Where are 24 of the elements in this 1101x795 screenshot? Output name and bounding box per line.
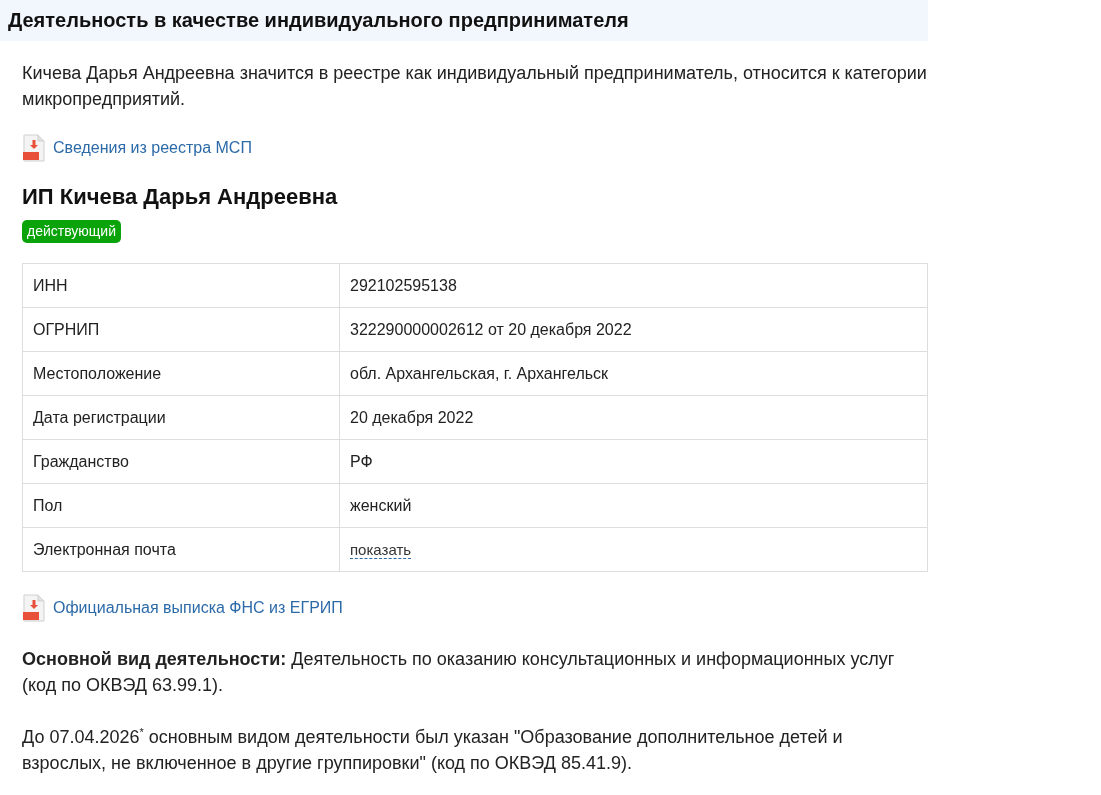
field-value: женский [339,483,928,528]
field-label: ОГРНИП [22,307,340,352]
field-value: РФ [339,439,928,484]
entrepreneur-name: ИП Кичева Дарья Андреевна [22,184,339,210]
main-activity-text: Основной вид деятельности: Деятельность по оказанию консультационных и информационных услуг (код по ОКВЭД 63.99.1). [22,648,896,697]
field-label: ИНН [22,263,340,308]
field-label: Пол [22,483,340,528]
field-label: Электронная почта [22,527,340,572]
field-value: 322290000002612 от 20 декабря 2022 [339,307,928,352]
status-badge: действующий [22,220,121,243]
egrip-extract-link[interactable]: Официальная выписка ФНС из ЕГРИП [53,599,343,617]
field-label: Дата регистрации [22,395,340,440]
section-title: Деятельность в качестве индивидуального предпринимателя [0,0,928,41]
previous-activity-text: До 07.04.2026$^{*}$ основным видом деятельности был указан "Образование дополнительное детей и взрослых, не включенное в другие группировки" (код по ОКВЭД 85.41.9). [22,725,844,775]
file-download-icon [22,594,46,622]
msp-register-link[interactable]: Сведения из реестра МСП [53,139,252,157]
field-value: 20 декабря 2022 [339,395,928,440]
summary-text: Кичева Дарья Андреевна значится в реестре как индивидуальный предприниматель, относится к категории микропредприятий. [22,62,928,111]
field-value: обл. Архангельская, г. Архангельск [339,351,928,396]
show-email-link[interactable]: показать [350,540,412,559]
field-label: Гражданство [22,439,340,484]
file-download-icon [22,134,46,162]
field-label: Местоположение [22,351,340,396]
field-value: 292102595138 [339,263,928,308]
